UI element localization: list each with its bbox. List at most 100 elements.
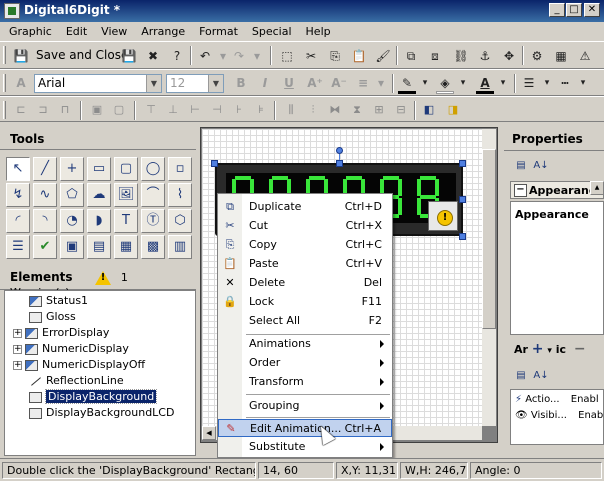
- grow-font-icon[interactable]: A⁺: [306, 74, 324, 92]
- save-icon[interactable]: 💾: [120, 47, 138, 65]
- shrink-font-icon[interactable]: A⁻: [330, 74, 348, 92]
- menu-item-lock[interactable]: 🔒 Lock F11: [218, 293, 392, 311]
- elements-tree[interactable]: Status1 Gloss + ErrorDisplay + NumericDisp…: [4, 290, 196, 456]
- warning-icon[interactable]: [94, 270, 111, 285]
- menu-item-delete[interactable]: ✕ Delete Del: [218, 274, 392, 292]
- list-tool-icon[interactable]: ☰: [6, 235, 30, 259]
- tree-item[interactable]: + NumericDisplay: [13, 341, 129, 357]
- cut-icon[interactable]: ✂: [302, 47, 320, 65]
- bring-front-icon[interactable]: ◧: [420, 101, 438, 119]
- freeform-tool-icon[interactable]: ☁: [87, 183, 111, 207]
- tree-item-selected[interactable]: DisplayBackground: [29, 389, 158, 405]
- align-right-icon[interactable]: ⊓: [56, 101, 74, 119]
- ungroup-shapes-icon[interactable]: ▢: [110, 101, 128, 119]
- close-button[interactable]: ✕: [584, 3, 600, 17]
- menu-help[interactable]: Help: [299, 22, 338, 41]
- delete-icon[interactable]: ✖: [144, 47, 162, 65]
- trend-tool-icon[interactable]: ▥: [168, 235, 192, 259]
- polygon-tool-icon[interactable]: ⬠: [60, 183, 84, 207]
- send-back-icon[interactable]: ◨: [444, 101, 462, 119]
- chevron-down-icon[interactable]: ▼: [208, 75, 223, 92]
- menu-format[interactable]: Format: [192, 22, 245, 41]
- align-top-icon[interactable]: ⊤: [142, 101, 160, 119]
- select-all-icon[interactable]: ⬚: [278, 47, 296, 65]
- menu-item-substitute[interactable]: Substitute: [218, 438, 392, 456]
- chevron-down-icon[interactable]: ▾: [454, 74, 472, 92]
- same-size-icon[interactable]: ⊧: [252, 101, 270, 119]
- animation-row[interactable]: ⚡ Actio... Enabl: [515, 394, 599, 405]
- categorized-icon[interactable]: ▤: [512, 158, 530, 174]
- table-tool-icon[interactable]: ▦: [114, 235, 138, 259]
- cross-tool-icon[interactable]: +: [60, 157, 84, 181]
- sort-alpha-icon[interactable]: A↓: [532, 158, 550, 174]
- redo-icon[interactable]: ↷: [230, 47, 248, 65]
- resize-handle[interactable]: [211, 160, 218, 167]
- arc-open-tool-icon[interactable]: ◝: [33, 209, 57, 233]
- text-tool-icon[interactable]: T: [114, 209, 138, 233]
- chevron-down-icon[interactable]: ▾: [538, 74, 556, 92]
- line-color-icon[interactable]: ✎: [398, 74, 416, 92]
- pointer-tool-icon[interactable]: ↖: [6, 157, 30, 181]
- redo-dropdown-icon[interactable]: ▾: [248, 47, 266, 65]
- align-bottom-icon[interactable]: ⊢: [186, 101, 204, 119]
- align-center-icon[interactable]: ⊐: [34, 101, 52, 119]
- rectangle-tool-icon[interactable]: ▭: [87, 157, 111, 181]
- text-format-icon[interactable]: A: [12, 74, 30, 92]
- square-tool-icon[interactable]: ▫: [168, 157, 192, 181]
- checkbox-tool-icon[interactable]: ✔: [33, 235, 57, 259]
- graphic-settings-icon[interactable]: ⚙: [528, 47, 546, 65]
- resize-handle[interactable]: [459, 233, 466, 240]
- menu-item-order[interactable]: Order: [218, 354, 392, 372]
- font-size-select[interactable]: 12 ▼: [166, 74, 224, 93]
- help-icon[interactable]: ?: [168, 47, 186, 65]
- menu-item-cut[interactable]: ✂ Cut Ctrl+X: [218, 217, 392, 235]
- rounded-rect-tool-icon[interactable]: ▢: [114, 157, 138, 181]
- undo-icon[interactable]: ↶: [196, 47, 214, 65]
- add-animation-icon[interactable]: +: [532, 341, 544, 357]
- grid-tool-icon[interactable]: ▩: [141, 235, 165, 259]
- resize-handle[interactable]: [459, 160, 466, 167]
- sort-alpha-icon[interactable]: A↓: [532, 368, 550, 384]
- tree-item[interactable]: + NumericDisplayOff: [13, 357, 145, 373]
- chevron-down-icon[interactable]: ▾: [416, 74, 434, 92]
- arrows-icon[interactable]: ✥: [500, 47, 518, 65]
- link-icon[interactable]: ⛓: [452, 47, 470, 65]
- resize-handle[interactable]: [336, 160, 343, 167]
- text-box-tool-icon[interactable]: Ⓣ: [141, 209, 165, 233]
- align-left-icon[interactable]: ⊏: [12, 101, 30, 119]
- tree-item[interactable]: DisplayBackgroundLCD: [29, 405, 174, 421]
- vertical-scrollbar[interactable]: [482, 129, 496, 426]
- align-icon[interactable]: ≡: [354, 74, 372, 92]
- italic-icon[interactable]: I: [256, 74, 274, 92]
- tree-item[interactable]: + ErrorDisplay: [13, 325, 109, 341]
- scroll-arrows-icon[interactable]: ▲: [590, 181, 604, 195]
- save-and-close-button[interactable]: Save and Close: [36, 48, 128, 62]
- arc-tool-icon[interactable]: ⌒: [141, 183, 165, 207]
- toolbar-grip[interactable]: [3, 46, 6, 64]
- paste-icon[interactable]: 📋: [350, 47, 368, 65]
- chevron-down-icon[interactable]: ▼: [146, 75, 161, 92]
- fit-icon[interactable]: ⊟: [392, 101, 410, 119]
- chevron-down-icon[interactable]: ▾: [574, 74, 592, 92]
- categorized-icon[interactable]: ▤: [512, 368, 530, 384]
- resize-handle[interactable]: [459, 196, 466, 203]
- ungroup-icon[interactable]: ⧈: [426, 47, 444, 65]
- align-middle-icon[interactable]: ⊥: [164, 101, 182, 119]
- distribute-vertical-icon[interactable]: ⫶: [304, 101, 322, 119]
- app-icon[interactable]: [4, 3, 20, 19]
- pie-tool-icon[interactable]: ◔: [60, 209, 84, 233]
- line-style-icon[interactable]: ┅: [556, 74, 574, 92]
- curve-tool-icon[interactable]: ∿: [33, 183, 57, 207]
- align-dropdown-icon[interactable]: ▾: [372, 74, 390, 92]
- center-page-icon[interactable]: ⊞: [370, 101, 388, 119]
- tree-item[interactable]: ReflectionLine: [29, 373, 124, 389]
- anchor-icon[interactable]: ⚓: [476, 47, 494, 65]
- expand-icon[interactable]: +: [13, 344, 22, 354]
- menu-item-paste[interactable]: 📋 Paste Ctrl+V: [218, 255, 392, 273]
- line-tool-icon[interactable]: ╱: [33, 157, 57, 181]
- menu-item-grouping[interactable]: Grouping: [218, 397, 392, 415]
- save-close-icon[interactable]: 💾: [12, 47, 30, 65]
- chevron-down-icon[interactable]: ▾: [494, 74, 512, 92]
- format-painter-icon[interactable]: 🖌: [374, 47, 392, 65]
- group-shapes-icon[interactable]: ▣: [88, 101, 106, 119]
